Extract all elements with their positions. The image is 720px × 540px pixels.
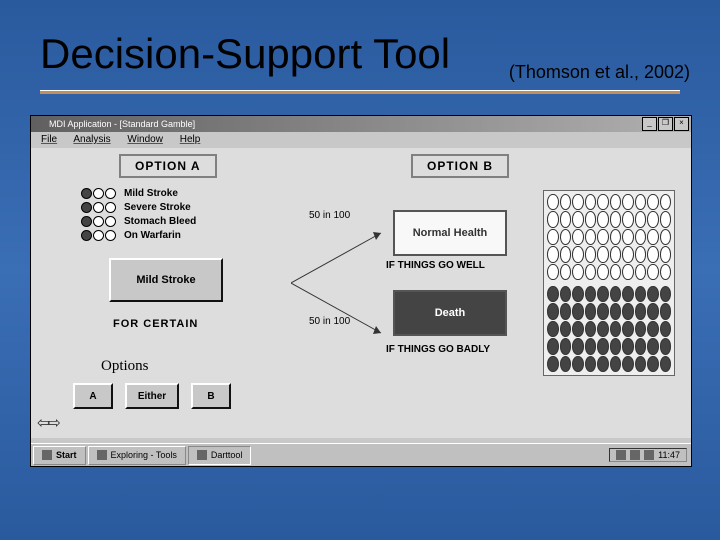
option-b-label: OPTION B bbox=[411, 154, 509, 178]
probability-grid bbox=[543, 190, 675, 376]
slide: Decision-Support Tool (Thomson et al., 2… bbox=[0, 0, 720, 540]
tray-icon[interactable] bbox=[616, 450, 626, 460]
legend-item: Stomach Bleed bbox=[81, 214, 196, 228]
certain-outcome-button[interactable]: Mild Stroke bbox=[109, 258, 223, 302]
for-certain-label: FOR CERTAIN bbox=[113, 318, 198, 330]
app-icon bbox=[197, 450, 207, 460]
legend-item: On Warfarin bbox=[81, 228, 196, 242]
taskbar-item[interactable]: Darttool bbox=[188, 446, 252, 465]
tray-icon[interactable] bbox=[644, 450, 654, 460]
bad-outcome-box: Death bbox=[393, 290, 507, 336]
if-good-label: IF THINGS GO WELL bbox=[386, 260, 485, 271]
window-title: MDI Application - [Standard Gamble] bbox=[49, 119, 195, 129]
legend-item: Severe Stroke bbox=[81, 200, 196, 214]
start-button[interactable]: Start bbox=[33, 446, 86, 465]
close-button[interactable]: × bbox=[674, 117, 689, 131]
choose-a-button[interactable]: A bbox=[73, 383, 113, 409]
system-tray: 11:47 bbox=[609, 448, 687, 462]
taskbar-item[interactable]: Exploring - Tools bbox=[88, 446, 186, 465]
slide-title: Decision-Support Tool bbox=[40, 30, 450, 78]
tray-icon[interactable] bbox=[630, 450, 640, 460]
title-rule bbox=[40, 90, 680, 94]
legend-item: Mild Stroke bbox=[81, 186, 196, 200]
menu-help[interactable]: Help bbox=[180, 134, 201, 145]
option-buttons: A Either B bbox=[73, 383, 231, 409]
windows-icon bbox=[42, 450, 52, 460]
citation: (Thomson et al., 2002) bbox=[509, 62, 690, 83]
app-screenshot: MDI Application - [Standard Gamble] _ ❐ … bbox=[30, 115, 692, 467]
maximize-button[interactable]: ❐ bbox=[658, 117, 673, 131]
window-titlebar: MDI Application - [Standard Gamble] _ ❐ … bbox=[31, 116, 691, 132]
taskbar: Start Exploring - Tools Darttool 11:47 bbox=[31, 443, 691, 466]
menu-window[interactable]: Window bbox=[127, 134, 163, 145]
grid-bad-half bbox=[544, 283, 674, 375]
good-outcome-box: Normal Health bbox=[393, 210, 507, 256]
choose-b-button[interactable]: B bbox=[191, 383, 231, 409]
minimize-button[interactable]: _ bbox=[642, 117, 657, 131]
app-body: OPTION A OPTION B Mild Stroke Severe Str… bbox=[31, 148, 691, 438]
menubar: File Analysis Window Help bbox=[31, 132, 691, 148]
menu-file[interactable]: File bbox=[41, 134, 57, 145]
option-a-label: OPTION A bbox=[119, 154, 217, 178]
clock: 11:47 bbox=[658, 450, 680, 460]
if-bad-label: IF THINGS GO BADLY bbox=[386, 344, 490, 355]
folder-icon bbox=[97, 450, 107, 460]
options-label: Options bbox=[101, 358, 149, 375]
menu-analysis[interactable]: Analysis bbox=[73, 134, 110, 145]
legend: Mild Stroke Severe Stroke Stomach Bleed … bbox=[81, 186, 196, 242]
choose-either-button[interactable]: Either bbox=[125, 383, 179, 409]
prob-up-label: 50 in 100 bbox=[309, 210, 350, 221]
nav-arrows-icon[interactable]: ⇦⇨ bbox=[37, 413, 58, 433]
prob-down-label: 50 in 100 bbox=[309, 316, 350, 327]
grid-good-half bbox=[544, 191, 674, 283]
